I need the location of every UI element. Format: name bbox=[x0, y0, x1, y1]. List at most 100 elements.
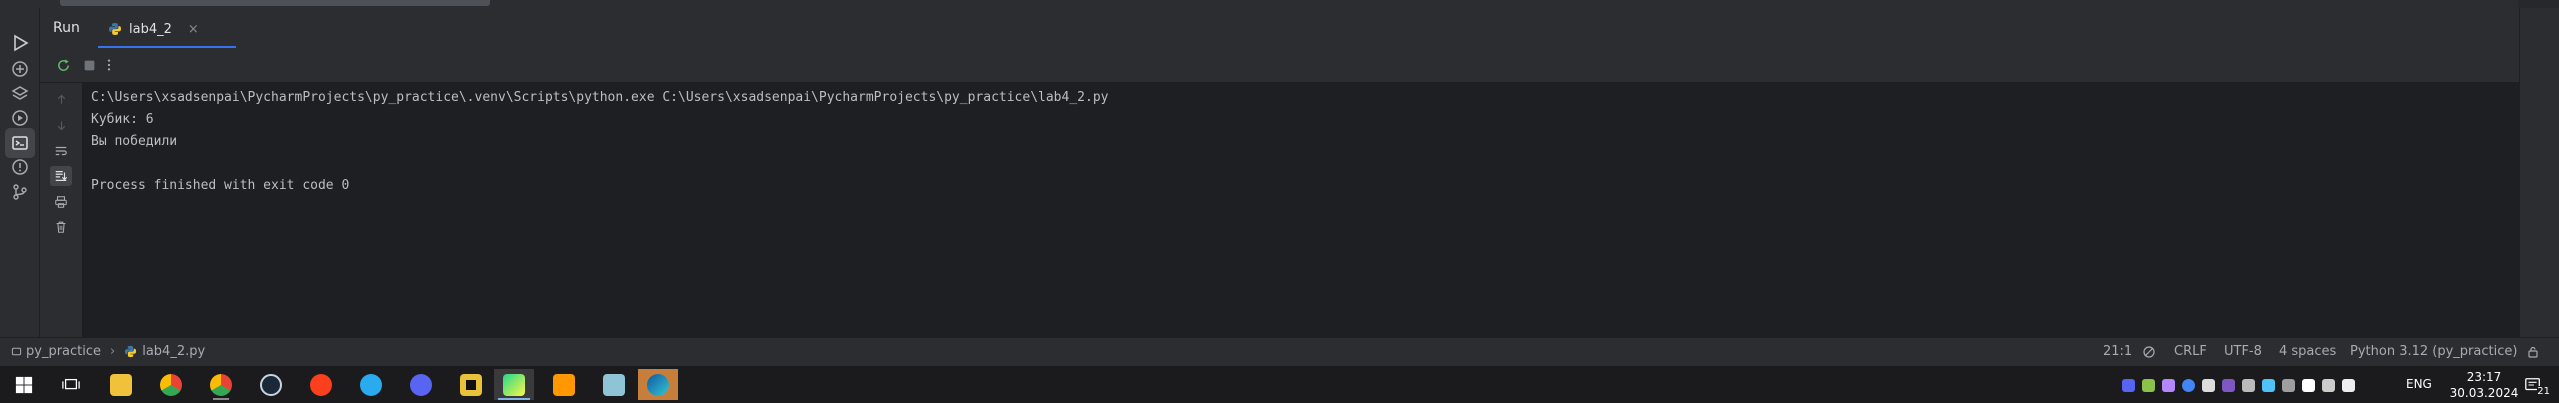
run-tab-label: lab4_2 bbox=[129, 21, 172, 37]
taskbar-discord[interactable] bbox=[401, 369, 441, 400]
console-line-blank: ​ bbox=[91, 153, 1108, 175]
notification-count: 21 bbox=[2537, 386, 2550, 397]
discord-icon bbox=[410, 373, 432, 396]
more-options-button[interactable] bbox=[99, 55, 119, 75]
tray-network-icon[interactable] bbox=[2322, 378, 2335, 392]
clear-all-button[interactable] bbox=[50, 217, 72, 237]
tray-chrome-icon[interactable] bbox=[2182, 378, 2195, 392]
start-button[interactable] bbox=[4, 369, 44, 400]
star-app-icon bbox=[460, 373, 482, 396]
taskbar-yandex[interactable] bbox=[301, 369, 341, 400]
console-line-exit: Process finished with exit code 0 bbox=[91, 178, 350, 193]
scroll-to-end-button[interactable] bbox=[50, 166, 72, 186]
trash-icon bbox=[56, 221, 66, 233]
arrow-up-icon bbox=[57, 94, 65, 104]
folder-icon bbox=[110, 373, 132, 396]
python-file-icon bbox=[109, 23, 121, 35]
run-icon bbox=[14, 34, 29, 52]
tray-monitor-icon[interactable] bbox=[2242, 378, 2255, 392]
pycharm-icon bbox=[503, 373, 525, 396]
arrow-down-icon bbox=[57, 120, 65, 130]
taskbar-edge[interactable] bbox=[638, 369, 678, 400]
scroll-up-button[interactable] bbox=[50, 89, 72, 109]
printer-icon bbox=[55, 196, 67, 208]
system-tray bbox=[2122, 376, 2355, 394]
soft-wrap-icon bbox=[55, 146, 67, 156]
notification-center-button[interactable]: 21 bbox=[2513, 369, 2553, 400]
git-branch-icon bbox=[13, 184, 27, 200]
taskbar-chrome[interactable] bbox=[151, 369, 191, 400]
tray-telegram-icon[interactable] bbox=[2262, 378, 2275, 392]
print-button[interactable] bbox=[50, 192, 72, 212]
taskbar-app-star[interactable] bbox=[451, 369, 491, 400]
terminal-icon bbox=[12, 136, 28, 150]
file-encoding[interactable]: UTF-8 bbox=[2224, 344, 2262, 359]
horizontal-scrollbar[interactable] bbox=[0, 0, 2559, 8]
console-text[interactable]: C:\Users\xsadsenpai\PycharmProjects\py_p… bbox=[91, 87, 1108, 197]
soft-wrap-button[interactable] bbox=[50, 141, 72, 161]
sublime-icon bbox=[553, 373, 575, 396]
version-control-button[interactable] bbox=[5, 177, 35, 207]
console-line-result: Вы победили bbox=[91, 134, 178, 149]
taskbar-notes[interactable] bbox=[594, 369, 634, 400]
breadcrumb-separator: › bbox=[110, 344, 116, 359]
breadcrumb: py_practice › lab4_2.py bbox=[11, 344, 205, 359]
breadcrumb-file[interactable]: lab4_2.py bbox=[142, 344, 205, 359]
input-language[interactable]: ENG bbox=[2406, 377, 2432, 391]
scrollbar-thumb[interactable] bbox=[60, 0, 490, 6]
tray-app-icon[interactable] bbox=[2222, 378, 2235, 392]
problems-icon bbox=[12, 159, 28, 175]
right-tool-strip bbox=[2519, 8, 2559, 337]
rerun-button[interactable] bbox=[53, 55, 73, 75]
tray-device-icon[interactable] bbox=[2302, 378, 2315, 392]
tray-discord-icon[interactable] bbox=[2122, 378, 2135, 392]
taskbar-chrome-2[interactable] bbox=[201, 369, 241, 400]
services-icon bbox=[12, 110, 28, 126]
close-icon[interactable]: × bbox=[188, 22, 199, 37]
more-vertical-icon bbox=[107, 59, 111, 71]
lock-icon[interactable] bbox=[2526, 345, 2540, 359]
status-bar: py_practice › lab4_2.py 21:1 CRLF UTF-8 … bbox=[0, 337, 2559, 366]
rerun-icon bbox=[57, 58, 69, 71]
telegram-icon bbox=[360, 373, 382, 396]
taskbar-file-explorer[interactable] bbox=[101, 369, 141, 400]
windows-taskbar: ENG 23:17 30.03.2024 21 bbox=[0, 366, 2559, 403]
tray-steam-icon[interactable] bbox=[2282, 378, 2295, 392]
line-separator[interactable]: CRLF bbox=[2174, 344, 2207, 359]
chrome-icon bbox=[160, 373, 182, 396]
console-side-toolbar bbox=[40, 83, 82, 337]
console-line-dice: Кубик: 6 bbox=[91, 112, 154, 127]
run-tab-lab4_2[interactable]: lab4_2 × bbox=[98, 12, 236, 48]
tray-volume-icon[interactable] bbox=[2342, 378, 2355, 392]
taskbar-pycharm[interactable] bbox=[494, 369, 534, 400]
run-toolbar bbox=[40, 48, 2519, 83]
caret-position[interactable]: 21:1 bbox=[2103, 344, 2132, 359]
scrollbar-corner bbox=[2518, 0, 2559, 8]
notes-icon bbox=[603, 373, 625, 396]
edge-icon bbox=[647, 373, 669, 396]
python-console-icon bbox=[12, 61, 28, 77]
taskbar-sublime[interactable] bbox=[544, 369, 584, 400]
inspection-off-icon[interactable] bbox=[2142, 345, 2156, 359]
yandex-icon bbox=[310, 373, 332, 396]
run-tool-window-header: Run lab4_2 × bbox=[40, 8, 2519, 48]
stop-button[interactable] bbox=[79, 55, 99, 75]
windows-logo-icon bbox=[15, 376, 33, 393]
indent-setting[interactable]: 4 spaces bbox=[2279, 344, 2336, 359]
console-output-area[interactable]: C:\Users\xsadsenpai\PycharmProjects\py_p… bbox=[40, 83, 2519, 337]
tray-feather-icon[interactable] bbox=[2162, 378, 2175, 392]
tray-nvidia-icon[interactable] bbox=[2142, 378, 2155, 392]
breadcrumb-project[interactable]: py_practice bbox=[26, 344, 101, 359]
taskbar-steam[interactable] bbox=[251, 369, 291, 400]
scroll-down-button[interactable] bbox=[50, 115, 72, 135]
taskbar-telegram[interactable] bbox=[351, 369, 391, 400]
scroll-to-end-icon bbox=[55, 171, 68, 181]
chrome-icon bbox=[210, 373, 232, 396]
python-interpreter[interactable]: Python 3.12 (py_practice) bbox=[2350, 344, 2517, 359]
task-view-icon bbox=[62, 378, 80, 389]
stop-icon bbox=[84, 60, 94, 70]
left-tool-strip bbox=[0, 8, 40, 337]
task-view-button[interactable] bbox=[51, 369, 91, 400]
tray-gear-icon[interactable] bbox=[2202, 378, 2215, 392]
layers-icon bbox=[11, 86, 29, 100]
